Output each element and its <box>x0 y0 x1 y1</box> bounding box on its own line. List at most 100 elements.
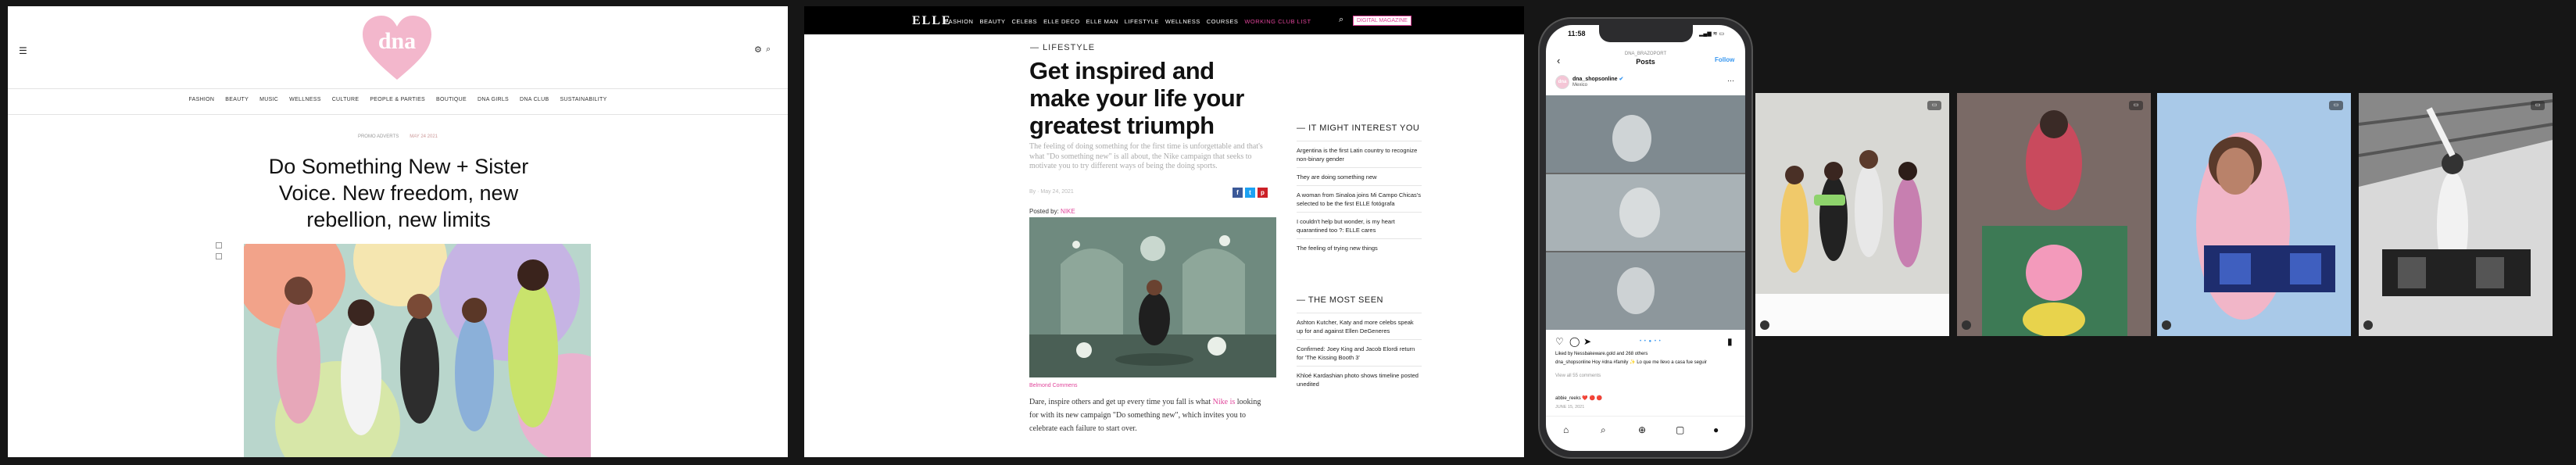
comment-icon[interactable]: ◯ <box>1569 336 1580 347</box>
sidebar-heading-text: THE MOST SEEN <box>1308 295 1384 305</box>
article-category[interactable]: PROMO ADVERTS <box>358 134 399 139</box>
instagram-post-thumbnail[interactable]: ▭ <box>1755 93 1949 336</box>
share-icon[interactable] <box>216 242 222 249</box>
logo-text: dna <box>377 28 417 54</box>
top-menu: FASHION BEAUTY CELEBS ELLE DECO ELLE MAN… <box>945 18 1311 25</box>
carousel-badge-icon: ▭ <box>1927 101 1941 110</box>
sidebar-link[interactable]: Khloé Kardashian photo shows timeline po… <box>1297 366 1422 392</box>
hamburger-menu-icon[interactable]: ☰ <box>19 45 27 56</box>
follow-button[interactable]: Follow <box>1715 56 1734 63</box>
posted-prefix: Posted by: <box>1029 208 1059 215</box>
nav-item-dna-girls[interactable]: DNA GIRLS <box>478 97 509 102</box>
menu-item-elle-deco[interactable]: ELLE DECO <box>1043 18 1080 25</box>
sidebar-link[interactable]: The feeling of trying new things <box>1297 238 1422 256</box>
avatar <box>2162 320 2171 330</box>
avatar <box>1962 320 1971 330</box>
post-image[interactable] <box>1546 95 1745 330</box>
new-post-icon[interactable]: ⊕ <box>1638 424 1646 435</box>
menu-item-celebs[interactable]: CELEBS <box>1011 18 1037 25</box>
posted-brand-link[interactable]: NIKE <box>1061 208 1075 215</box>
instagram-post-thumbnail[interactable]: ▭ <box>1957 93 2151 336</box>
post-caption: dna_shopsonline Hoy #dna #family ✨ Lo qu… <box>1555 360 1707 365</box>
share-buttons <box>216 242 227 264</box>
sidebar-heading-text: IT MIGHT INTEREST YOU <box>1308 123 1420 133</box>
nav-item-people-parties[interactable]: PEOPLE & PARTIES <box>370 97 425 102</box>
menu-item-courses[interactable]: COURSES <box>1207 18 1239 25</box>
menu-item-elle-man[interactable]: ELLE MAN <box>1086 18 1118 25</box>
nav-item-sustainability[interactable]: SUSTAINABILITY <box>560 97 606 102</box>
social-share: f t p <box>1233 188 1268 198</box>
site-header: ☰ dna ⚙ ⌕ <box>8 6 788 88</box>
carousel-pager: • • ● • • <box>1640 339 1662 344</box>
menu-item-beauty[interactable]: BEAUTY <box>979 18 1005 25</box>
sidebar-heading: — IT MIGHT INTEREST YOU <box>1297 123 1420 133</box>
carousel-badge-icon: ▭ <box>2129 101 2143 110</box>
sidebar-link[interactable]: I couldn't help but wonder, is my heart … <box>1297 212 1422 238</box>
sidebar-heading: — THE MOST SEEN <box>1297 295 1384 305</box>
search-icon[interactable]: ⌕ <box>1601 424 1606 436</box>
search-icon[interactable]: ⌕ <box>1339 15 1343 25</box>
menu-item-wellness[interactable]: WELLNESS <box>1165 18 1200 25</box>
sidebar-link[interactable]: A woman from Sinaloa joins Mi Campo Chic… <box>1297 185 1422 212</box>
sidebar-link[interactable]: Ashton Kutcher, Katy and more celebs spe… <box>1297 313 1422 339</box>
send-icon[interactable]: ➤ <box>1583 336 1591 347</box>
avatar[interactable]: dna <box>1555 75 1569 89</box>
menu-item-fashion[interactable]: FASHION <box>945 18 973 25</box>
digital-magazine-button[interactable]: DIGITAL MAGAZINE <box>1353 16 1411 26</box>
elle-website-panel: ELLE FASHION BEAUTY CELEBS ELLE DECO ELL… <box>804 6 1524 457</box>
view-comments-link[interactable]: View all 55 comments <box>1555 374 1601 378</box>
phone-notch <box>1599 25 1693 42</box>
verified-badge-icon: ✔ <box>1619 77 1624 82</box>
save-icon[interactable]: ▮ <box>1727 336 1733 347</box>
facebook-icon[interactable]: f <box>1233 188 1243 198</box>
article-headline: Get inspired and make your life your gre… <box>1029 57 1244 139</box>
post-location[interactable]: Mexico <box>1572 83 1587 88</box>
nav-item-wellness[interactable]: WELLNESS <box>289 97 321 102</box>
nav-item-culture[interactable]: CULTURE <box>332 97 360 102</box>
divider <box>8 114 788 115</box>
nike-link[interactable]: Nike is <box>1213 398 1236 406</box>
carousel-badge-icon: ▭ <box>2531 101 2545 110</box>
like-icon[interactable]: ♡ <box>1555 336 1564 347</box>
likes-count[interactable]: Liked by Nessbakeware.gold and 268 other… <box>1555 352 1648 356</box>
nav-item-music[interactable]: MUSIC <box>259 97 278 102</box>
instagram-phone-mockup: 11:58 ▂▄▆ ≋ ▭ ‹ DNA_BRAZOPORT Posts Foll… <box>1538 17 1753 459</box>
phone-screen: 11:58 ▂▄▆ ≋ ▭ ‹ DNA_BRAZOPORT Posts Foll… <box>1546 25 1745 451</box>
main-nav: FASHION BEAUTY MUSIC WELLNESS CULTURE PE… <box>8 97 788 102</box>
menu-item-highlight[interactable]: WORKING CLUB LIST <box>1244 18 1311 25</box>
nav-item-boutique[interactable]: BOUTIQUE <box>436 97 467 102</box>
image-credit: Belmond Commens <box>1029 383 1078 388</box>
article-meta: PROMO ADVERTS MAY 24 2021 <box>8 134 788 139</box>
sidebar-link[interactable]: Argentina is the first Latin country to … <box>1297 141 1422 167</box>
post-username[interactable]: dna_shopsonline ✔ <box>1572 76 1623 82</box>
shop-icon[interactable]: ▢ <box>1676 424 1684 435</box>
posted-by: Posted by: NIKE <box>1029 208 1075 215</box>
article-image <box>1029 217 1276 377</box>
sidebar-link[interactable]: Confirmed: Joey King and Jacob Elordi re… <box>1297 339 1422 366</box>
dna-logo[interactable]: dna <box>361 14 433 81</box>
divider <box>8 88 788 89</box>
dna-website-panel: ☰ dna ⚙ ⌕ FASHION BEAUTY MUSIC WELLNESS … <box>8 6 788 457</box>
home-icon[interactable]: ⌂ <box>1563 424 1569 435</box>
twitter-icon[interactable]: t <box>1245 188 1255 198</box>
status-time: 11:58 <box>1568 30 1586 38</box>
search-icon[interactable]: ⌕ <box>766 45 771 55</box>
account-icon[interactable]: ⚙ <box>754 45 762 55</box>
share-icon[interactable] <box>216 253 222 259</box>
nav-item-beauty[interactable]: BEAUTY <box>225 97 249 102</box>
more-options-icon[interactable]: ⋯ <box>1727 77 1734 85</box>
sidebar-link[interactable]: They are doing something new <box>1297 167 1422 185</box>
nav-item-fashion[interactable]: FASHION <box>188 97 214 102</box>
carousel-badge-icon: ▭ <box>2329 101 2343 110</box>
nav-item-dna-club[interactable]: DNA CLUB <box>520 97 549 102</box>
pinterest-icon[interactable]: p <box>1258 188 1268 198</box>
instagram-post-thumbnail[interactable]: ▭ <box>2359 93 2553 336</box>
bottom-tab-bar: ⌂ ⌕ ⊕ ▢ ● <box>1546 416 1745 451</box>
profile-avatar-icon[interactable]: ● <box>1713 424 1719 435</box>
menu-item-lifestyle[interactable]: LIFESTYLE <box>1125 18 1159 25</box>
most-seen-sidebar: — THE MOST SEEN Ashton Kutcher, Katy and… <box>1297 295 1422 392</box>
section-name: LIFESTYLE <box>1043 43 1096 52</box>
instagram-post-thumbnail[interactable]: ▭ <box>2157 93 2351 336</box>
thumbnail-strip <box>1755 294 1949 336</box>
section-label[interactable]: — LIFESTYLE <box>1030 43 1095 52</box>
